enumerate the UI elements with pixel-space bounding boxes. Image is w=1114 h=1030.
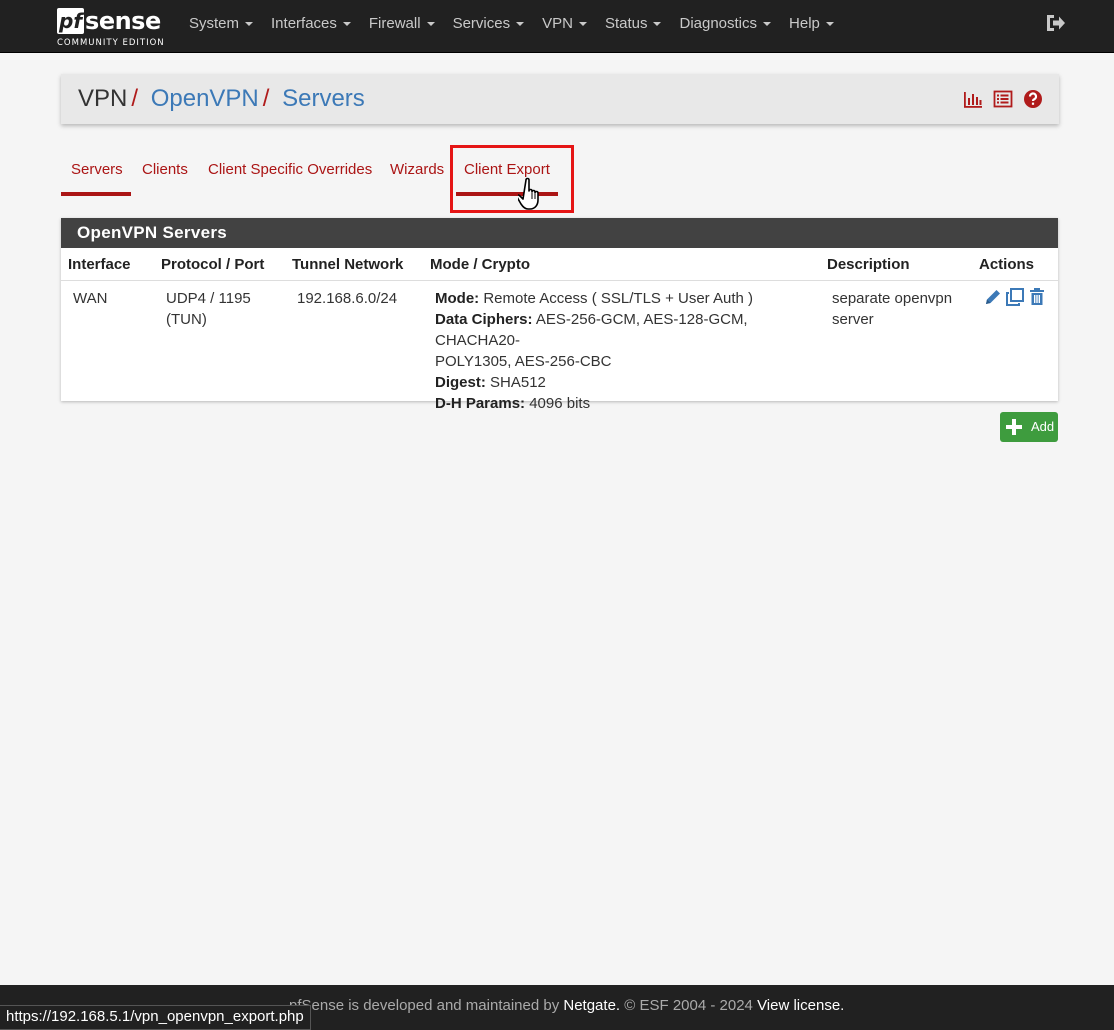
tab-clients-label: Clients — [142, 161, 188, 178]
nav-help-label: Help — [789, 15, 820, 32]
tab-wizards-label: Wizards — [390, 161, 445, 178]
caret-down-icon — [763, 22, 772, 27]
nav-help[interactable]: Help — [780, 0, 843, 52]
add-button-label: Add — [1031, 419, 1055, 434]
ciphers-line: Data Ciphers: AES-256-GCM, AES-128-GCM, … — [435, 309, 825, 351]
highlight-annotation-box — [450, 145, 574, 213]
tab-active-underline — [61, 192, 131, 196]
panel-title: OpenVPN Servers — [61, 218, 1058, 248]
ciphers-label: Data Ciphers: — [435, 311, 533, 328]
breadcrumb: VPN / OpenVPN / Servers — [78, 74, 365, 124]
breadcrumb-separator: / — [131, 85, 139, 112]
dh-value: 4096 bits — [529, 395, 591, 412]
mode-value: Remote Access ( SSL/TLS + User Auth ) — [483, 290, 754, 307]
tab-servers-label: Servers — [71, 161, 123, 178]
digest-value: SHA512 — [490, 374, 546, 391]
caret-down-icon — [516, 22, 525, 27]
nav-services-label: Services — [452, 15, 511, 32]
caret-down-icon — [825, 22, 834, 27]
header-actions — [963, 89, 1043, 109]
bar-chart-icon[interactable] — [963, 89, 983, 109]
column-header-mode-crypto: Mode / Crypto — [430, 256, 530, 273]
description-line: server — [832, 311, 874, 328]
pfsense-logo[interactable]: pf sense COMMUNITY EDITION — [57, 4, 172, 48]
nav-diagnostics-label: Diagnostics — [679, 15, 758, 32]
top-navbar: pf sense COMMUNITY EDITION System Interf… — [0, 0, 1114, 53]
cell-protocol-port: UDP4 / 1195 (TUN) — [166, 288, 251, 330]
column-header-protocol-port: Protocol / Port — [161, 256, 265, 273]
column-header-tunnel-network: Tunnel Network — [292, 256, 404, 273]
footer-netgate-link[interactable]: Netgate. — [563, 997, 620, 1014]
breadcrumb-vpn: VPN — [78, 85, 128, 112]
caret-down-icon — [245, 22, 254, 27]
main-menu: System Interfaces Firewall Services VPN … — [180, 0, 843, 52]
nav-interfaces-label: Interfaces — [271, 15, 337, 32]
sign-out-icon[interactable] — [1044, 12, 1066, 34]
caret-down-icon — [653, 22, 662, 27]
tab-overrides-label: Client Specific Overrides — [208, 161, 373, 178]
cell-description: separate openvpn server — [832, 288, 952, 330]
ciphers-value-cont: POLY1305, AES-256-CBC — [435, 353, 612, 370]
cell-actions — [983, 287, 1047, 307]
dh-line: D-H Params: 4096 bits — [435, 393, 825, 414]
footer-developed: is developed and maintained by — [344, 997, 564, 1014]
tab-clients[interactable]: Clients — [132, 150, 198, 196]
clone-icon[interactable] — [1005, 287, 1025, 307]
plus-icon — [1006, 419, 1022, 435]
page-header: VPN / OpenVPN / Servers — [61, 74, 1059, 124]
protocol-line: UDP4 / 1195 — [166, 290, 251, 307]
logo-edition: COMMUNITY EDITION — [57, 38, 165, 48]
tab-wizards[interactable]: Wizards — [380, 150, 450, 196]
digest-line: Digest: SHA512 — [435, 372, 825, 393]
add-server-button[interactable]: Add — [1000, 412, 1058, 442]
status-bar-url: https://192.168.5.1/vpn_openvpn_export.p… — [0, 1005, 311, 1030]
nav-status[interactable]: Status — [596, 0, 671, 52]
nav-system-label: System — [189, 15, 240, 32]
openvpn-servers-panel: OpenVPN Servers Interface Protocol / Por… — [61, 218, 1058, 412]
breadcrumb-openvpn[interactable]: OpenVPN — [151, 85, 259, 112]
trash-icon[interactable] — [1027, 287, 1047, 307]
caret-down-icon — [426, 22, 435, 27]
pencil-icon[interactable] — [983, 287, 1003, 307]
question-circle-icon[interactable] — [1023, 89, 1043, 109]
protocol-mode: (TUN) — [166, 311, 207, 328]
list-icon[interactable] — [993, 89, 1013, 109]
cell-tunnel-network: 192.168.6.0/24 — [297, 290, 398, 307]
description-line: separate openvpn — [832, 290, 953, 307]
footer-text: pfSense is developed and maintained by N… — [289, 997, 844, 1014]
hand-pointer-icon — [518, 177, 539, 210]
nav-interfaces[interactable]: Interfaces — [262, 0, 360, 52]
nav-status-label: Status — [604, 15, 648, 32]
footer-copyright: © ESF 2004 - 2024 — [620, 997, 758, 1014]
digest-label: Digest: — [435, 374, 486, 391]
caret-down-icon — [342, 22, 351, 27]
logo-wordmark: pf sense — [57, 4, 172, 34]
breadcrumb-servers[interactable]: Servers — [282, 85, 365, 112]
nav-system[interactable]: System — [180, 0, 262, 52]
cell-interface: WAN — [73, 290, 108, 307]
column-header-actions: Actions — [979, 256, 1035, 273]
breadcrumb-separator: / — [262, 85, 270, 112]
logo-pf: pf — [57, 8, 85, 34]
nav-services[interactable]: Services — [444, 0, 534, 52]
dh-label: D-H Params: — [435, 395, 526, 412]
mode-line: Mode: Remote Access ( SSL/TLS + User Aut… — [435, 288, 825, 309]
nav-vpn-label: VPN — [542, 15, 573, 32]
tab-servers[interactable]: Servers — [61, 150, 131, 196]
nav-firewall-label: Firewall — [368, 15, 421, 32]
logo-sense: sense — [85, 7, 161, 35]
nav-firewall[interactable]: Firewall — [360, 0, 444, 52]
cell-mode-crypto: Mode: Remote Access ( SSL/TLS + User Aut… — [435, 288, 825, 414]
footer-license-link[interactable]: View license. — [757, 997, 844, 1014]
header-divider — [61, 280, 1058, 281]
column-header-description: Description — [827, 256, 910, 273]
nav-diagnostics[interactable]: Diagnostics — [670, 0, 780, 52]
mode-label: Mode: — [435, 290, 480, 307]
column-header-interface: Interface — [68, 256, 131, 273]
caret-down-icon — [578, 22, 587, 27]
tab-client-specific-overrides[interactable]: Client Specific Overrides — [199, 150, 379, 196]
nav-vpn[interactable]: VPN — [533, 0, 596, 52]
